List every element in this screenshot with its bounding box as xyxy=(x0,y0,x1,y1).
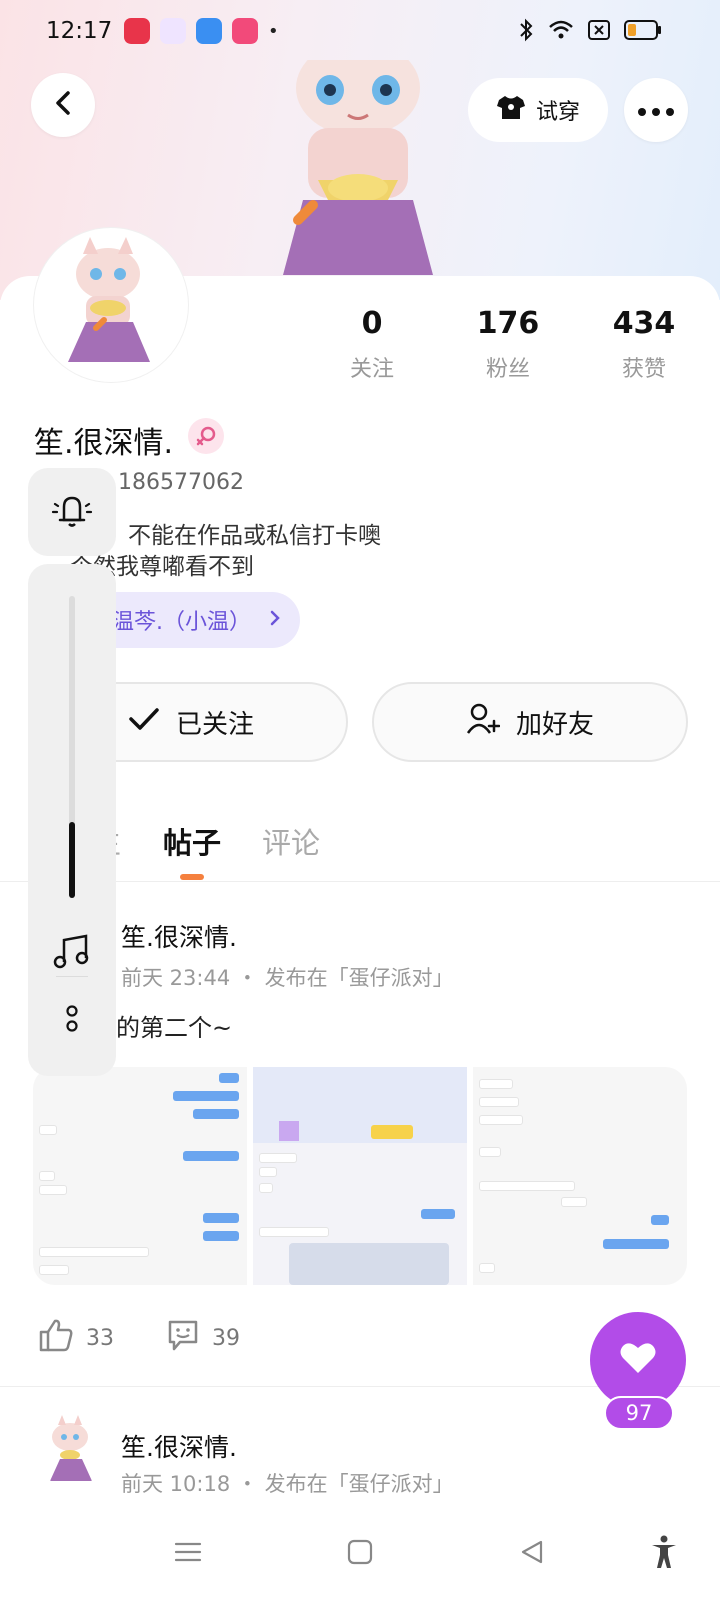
likes-received-count: 434 xyxy=(612,306,676,341)
fans-stat[interactable]: 176 粉丝 xyxy=(448,306,568,383)
blue-app-icon xyxy=(196,18,222,44)
tab-comments[interactable]: 评论 xyxy=(262,820,320,862)
avatar[interactable] xyxy=(34,228,188,382)
comment-count: 39 xyxy=(212,1325,240,1351)
post-meta: 前天 23:44 ・ 发布在「蛋仔派对」 xyxy=(121,962,454,992)
meta-dot: ・ xyxy=(236,1472,258,1496)
tab-posts[interactable]: 帖子 xyxy=(163,820,221,862)
bio-line-1: 不能在作品或私信打卡噢 xyxy=(128,523,381,549)
system-navigation-bar xyxy=(0,1510,720,1600)
volume-slider-fill xyxy=(69,822,75,898)
user-id[interactable]: 186577062 xyxy=(118,470,244,495)
app-icon xyxy=(160,18,186,44)
notification-dot: • xyxy=(268,20,279,42)
post-image[interactable] xyxy=(253,1067,467,1285)
accessibility-icon[interactable] xyxy=(644,1532,684,1572)
fans-count: 176 xyxy=(476,306,540,341)
no-sim-icon xyxy=(588,20,610,44)
more-settings-icon[interactable] xyxy=(64,1004,80,1038)
tab-indicator xyxy=(180,874,204,880)
post-image-grid[interactable] xyxy=(33,1067,687,1285)
ring-mode-button[interactable] xyxy=(28,468,116,556)
check-icon xyxy=(128,707,160,738)
try-on-label: 试穿 xyxy=(535,100,580,125)
bluetooth-icon xyxy=(518,18,534,46)
following-label: 关注 xyxy=(349,357,394,382)
volume-panel xyxy=(28,564,116,1076)
comment-icon xyxy=(166,1318,200,1358)
panel-divider xyxy=(56,976,88,977)
post-author[interactable]: 笙.很深情. xyxy=(121,918,237,954)
back-arrow-icon xyxy=(52,90,74,120)
likes-stat[interactable]: 434 获赞 xyxy=(584,306,704,383)
like-button[interactable]: 33 xyxy=(38,1318,114,1358)
bell-icon xyxy=(49,490,95,534)
status-time: 12:17 xyxy=(46,18,113,44)
heart-icon xyxy=(619,1341,657,1379)
post-author[interactable]: 笙.很深情. xyxy=(121,1428,237,1464)
youtube-music-icon xyxy=(124,18,150,44)
following-count: 0 xyxy=(361,306,383,341)
wifi-icon xyxy=(548,19,574,45)
likes-received-label: 获赞 xyxy=(621,357,666,382)
post-image[interactable] xyxy=(33,1067,247,1285)
system-icons xyxy=(518,18,662,46)
chevron-right-icon xyxy=(269,608,281,633)
back-nav-button[interactable] xyxy=(512,1532,552,1572)
post-source: 发布在「蛋仔派对」 xyxy=(264,1472,454,1496)
more-options-button[interactable] xyxy=(624,78,688,142)
post-text[interactable]: 的第二个~ xyxy=(116,1008,232,1043)
like-count: 33 xyxy=(86,1325,114,1351)
fans-label: 粉丝 xyxy=(485,357,530,382)
post-image[interactable] xyxy=(473,1067,687,1285)
tshirt-icon xyxy=(496,94,526,126)
female-icon xyxy=(188,418,224,454)
meta-dot: ・ xyxy=(236,966,258,990)
post-meta: 前天 10:18 ・ 发布在「蛋仔派对」 xyxy=(121,1468,454,1498)
floating-like-count: 97 xyxy=(604,1396,674,1430)
post-time: 前天 10:18 xyxy=(121,1472,231,1496)
following-stat[interactable]: 0 关注 xyxy=(312,306,432,383)
post-author-avatar[interactable] xyxy=(34,1413,108,1487)
guild-chip-label: 温芩.（小温） xyxy=(112,610,251,635)
try-on-button[interactable]: 试穿 xyxy=(468,78,608,142)
back-button[interactable] xyxy=(31,73,95,137)
post-time: 前天 23:44 xyxy=(121,966,231,990)
banner-character-image xyxy=(268,40,448,275)
notification-icons: • xyxy=(124,18,279,44)
floating-like-button[interactable] xyxy=(590,1312,686,1408)
followed-label: 已关注 xyxy=(175,709,254,740)
user-name: 笙.很深情. xyxy=(34,426,174,461)
battery-icon xyxy=(624,20,662,44)
add-friend-button[interactable]: 加好友 xyxy=(372,682,688,762)
more-icon xyxy=(638,101,674,120)
add-friend-label: 加好友 xyxy=(515,709,594,740)
thumbs-up-icon xyxy=(38,1318,74,1358)
post-source: 发布在「蛋仔派对」 xyxy=(264,966,454,990)
status-bar: 12:17 • xyxy=(0,0,720,64)
music-note-icon[interactable] xyxy=(52,934,92,974)
comment-button[interactable]: 39 xyxy=(166,1318,240,1358)
menu-nav-button[interactable] xyxy=(168,1532,208,1572)
add-friend-icon xyxy=(466,703,501,742)
video-app-icon xyxy=(232,18,258,44)
home-nav-button[interactable] xyxy=(340,1532,380,1572)
